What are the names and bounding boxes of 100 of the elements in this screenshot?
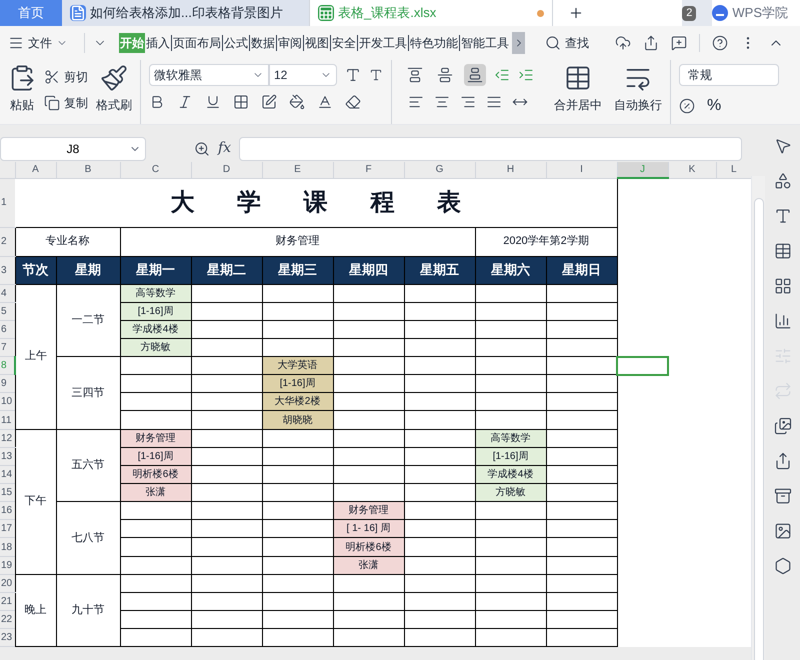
ribbon-tab[interactable]: 数据 <box>250 33 276 53</box>
find-button[interactable]: 查找 <box>545 34 589 52</box>
side-tool-icon[interactable] <box>774 522 792 540</box>
row-number[interactable]: 12 <box>0 429 15 448</box>
align-center-icon[interactable] <box>434 94 450 110</box>
decrease-font-icon[interactable] <box>369 68 383 82</box>
row-number[interactable]: 11 <box>0 410 15 430</box>
search-icon[interactable] <box>545 35 561 51</box>
row-number[interactable]: 3 <box>0 256 15 284</box>
side-tool-icon[interactable] <box>774 172 792 190</box>
align-left-icon[interactable] <box>408 94 424 110</box>
side-tool-icon[interactable] <box>774 312 792 330</box>
side-tool-icon[interactable] <box>774 277 792 295</box>
side-tool-icon[interactable] <box>774 452 792 470</box>
column-header[interactable]: G <box>404 162 475 178</box>
align-right-icon[interactable] <box>460 94 476 110</box>
side-tool-icon[interactable] <box>774 207 792 225</box>
row-number[interactable]: 22 <box>0 610 15 629</box>
row-number[interactable]: 23 <box>0 628 15 647</box>
cell-style-icon[interactable] <box>261 94 277 110</box>
function-label[interactable]: fx <box>218 138 232 159</box>
cloud-icon[interactable] <box>615 35 631 51</box>
ribbon-tab[interactable]: 安全 <box>331 33 357 53</box>
column-header[interactable]: D <box>191 162 262 178</box>
ribbon-tab[interactable]: 视图 <box>304 33 330 53</box>
ribbon-tab[interactable]: 开发工具 <box>358 33 408 53</box>
italic-icon[interactable] <box>177 94 193 110</box>
document-tab[interactable]: 如何给表格添加...印表格背景图片 <box>62 0 310 26</box>
underline-icon[interactable] <box>205 94 221 110</box>
row-number[interactable]: 9 <box>0 374 15 393</box>
file-menu-button[interactable]: 文件 <box>8 34 76 52</box>
font-color-icon[interactable] <box>317 94 333 110</box>
row-number[interactable]: 1 <box>0 178 15 227</box>
side-tool-icon[interactable] <box>774 417 792 435</box>
column-header[interactable]: K <box>668 162 716 178</box>
column-header[interactable]: F <box>333 162 404 178</box>
row-number[interactable]: 21 <box>0 592 15 611</box>
fill-color-icon[interactable] <box>289 94 305 110</box>
justify-icon[interactable] <box>486 94 502 110</box>
document-tab[interactable]: 首页 <box>0 0 62 26</box>
plus-icon[interactable] <box>568 5 584 21</box>
ribbon-tab[interactable]: 公式 <box>223 33 249 53</box>
borders-icon[interactable] <box>233 94 249 110</box>
eraser-icon[interactable] <box>345 94 361 110</box>
row-number[interactable]: 13 <box>0 447 15 466</box>
side-tool-icon[interactable] <box>774 137 792 155</box>
indent-increase-icon[interactable] <box>518 67 534 83</box>
column-header[interactable]: H <box>475 162 546 178</box>
font-dropdown[interactable]: 微软雅黑 <box>149 64 269 86</box>
column-header[interactable]: L <box>716 162 751 178</box>
column-header[interactable]: C <box>120 162 191 178</box>
document-tab[interactable]: 表格_课程表.xlsx <box>310 0 552 26</box>
formula-input[interactable] <box>239 136 742 160</box>
window-count-badge[interactable]: 2 <box>682 6 696 20</box>
row-number[interactable]: 19 <box>0 556 15 574</box>
percent-button[interactable]: % <box>707 94 722 118</box>
row-number[interactable]: 14 <box>0 465 15 484</box>
share-icon[interactable] <box>643 35 659 51</box>
row-number[interactable]: 10 <box>0 392 15 411</box>
row-number[interactable]: 7 <box>0 338 15 357</box>
row-number[interactable]: 18 <box>0 538 15 556</box>
zoom-icon[interactable] <box>194 140 210 156</box>
column-header[interactable]: E <box>262 162 333 178</box>
indent-decrease-icon[interactable] <box>494 67 510 83</box>
merge-center-button[interactable]: 合并居中 <box>554 64 602 124</box>
side-tool-icon[interactable] <box>774 487 792 505</box>
ribbon-tab[interactable]: 页面布局 <box>172 33 222 53</box>
wrap-text-button[interactable]: 自动换行 <box>614 64 662 124</box>
increase-font-icon[interactable] <box>345 67 361 83</box>
vertical-align-button[interactable] <box>464 64 486 86</box>
column-header[interactable]: B <box>56 162 120 178</box>
paintbrush-icon[interactable] <box>100 64 128 92</box>
name-box[interactable]: J8 <box>0 136 146 160</box>
ribbon-tab[interactable]: 插入 <box>145 33 171 53</box>
row-number[interactable]: 16 <box>0 502 15 520</box>
help-icon[interactable] <box>712 35 728 51</box>
row-number[interactable]: 17 <box>0 520 15 538</box>
side-tool-icon[interactable] <box>774 557 792 575</box>
row-number[interactable]: 4 <box>0 284 15 302</box>
scissors-icon[interactable] <box>44 69 60 85</box>
vertical-scrollbar[interactable] <box>751 176 765 660</box>
format-painter-button[interactable]: 格式刷 <box>96 64 132 124</box>
ribbon-tab[interactable]: 审阅 <box>277 33 303 53</box>
copy-button[interactable]: 复制 <box>44 94 88 112</box>
row-number[interactable]: 6 <box>0 320 15 338</box>
menu-icon[interactable] <box>8 35 24 51</box>
row-number[interactable]: 20 <box>0 574 15 592</box>
cut-button[interactable]: 剪切 <box>44 68 88 86</box>
copy-icon[interactable] <box>44 95 60 111</box>
comment-icon[interactable] <box>671 35 687 51</box>
selected-cell[interactable] <box>617 356 668 375</box>
ribbon-tab[interactable]: 智能工具 <box>460 33 510 53</box>
row-number[interactable]: 2 <box>0 227 15 256</box>
row-number[interactable]: 15 <box>0 484 15 502</box>
number-format-dropdown[interactable]: 常规 <box>679 64 779 86</box>
font-size-dropdown[interactable]: 12 <box>269 64 337 86</box>
row-number[interactable]: 5 <box>0 302 15 320</box>
paste-button[interactable]: 粘贴 <box>8 64 36 124</box>
ribbon-tab[interactable]: 特色功能 <box>409 33 459 53</box>
column-header[interactable]: A <box>15 162 56 178</box>
